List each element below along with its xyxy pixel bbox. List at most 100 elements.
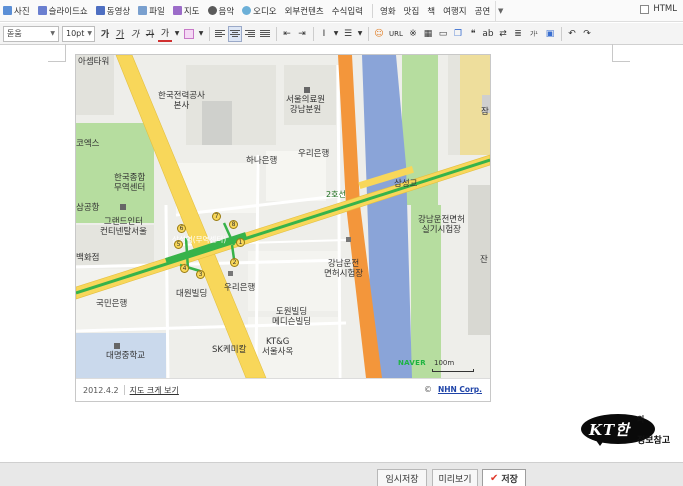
subway-exit-7: 7 — [212, 212, 221, 221]
category-performance-button[interactable]: 공연 — [472, 1, 494, 21]
insert-music-label: 음악 — [218, 6, 235, 17]
align-right-icon[interactable] — [243, 26, 257, 42]
toolbar-divider — [313, 26, 314, 41]
font-size-select[interactable]: 10pt ▼ — [62, 25, 95, 42]
subway-exit-1: 1 — [236, 238, 245, 247]
toolbar-divider — [372, 3, 373, 18]
map-embed[interactable]: 아셈타워 한국전력공사 본사 서울의료원 강남분원 하나은행 우리은행 코엑스 … — [75, 54, 491, 402]
quotation-icon[interactable]: ❝ — [466, 26, 480, 42]
subway-exit-8: 8 — [229, 220, 238, 229]
watermark-small-bottom: 정보참고 — [637, 436, 671, 446]
map-label-seoul-medical: 서울의료원 강남분원 — [286, 95, 326, 115]
insert-equation-button[interactable]: 수식입력 — [329, 1, 366, 21]
strikethrough-icon[interactable]: 가 — [143, 26, 157, 42]
margin-guide-right — [612, 44, 630, 62]
emoticon-icon[interactable]: ☺ — [372, 26, 386, 42]
subway-exit-3: 3 — [196, 270, 205, 279]
map-label-license-center: 강남운전 면허시험장 — [324, 259, 364, 279]
insert-external-content-button[interactable]: 외부컨텐츠 — [282, 1, 327, 21]
footer-divider — [123, 385, 125, 395]
font-size-value: 10pt — [66, 29, 85, 38]
temp-save-label: 임시저장 — [385, 475, 419, 485]
save-button[interactable]: ✔ 저장 — [482, 469, 526, 486]
table-icon[interactable]: ▦ — [421, 26, 435, 42]
insert-audio-label: 오디오 — [253, 6, 277, 17]
insert-audio-button[interactable]: 오디오 — [239, 1, 279, 21]
chevron-down-icon[interactable]: ▼ — [356, 26, 364, 42]
chevron-down-icon[interactable]: ▼ — [332, 26, 340, 42]
insert-external-content-label: 외부컨텐츠 — [284, 6, 324, 17]
blog-editor: 사진 슬라이드쇼 동영상 파일 지도 음악 오디오 외부컨텐츠 수식입력 영화 … — [0, 0, 683, 486]
naver-map-logo: NAVER — [398, 359, 426, 367]
insert-file-button[interactable]: 파일 — [135, 1, 168, 21]
category-performance-label: 공연 — [474, 6, 491, 17]
kt-watermark-logo: KT한 의 정보참고 — [581, 414, 671, 454]
slideshow-icon — [37, 6, 47, 15]
insert-music-button[interactable]: 음악 — [205, 1, 238, 21]
align-justify-icon[interactable] — [258, 26, 272, 42]
bottom-action-bar: 임시저장 미리보기 ✔ 저장 — [0, 462, 683, 486]
view-larger-map-link[interactable]: 지도 크게 보기 — [130, 385, 179, 396]
map-label-daewon-building: 대원빌딩 — [176, 289, 208, 299]
insert-equation-label: 수식입력 — [331, 6, 363, 17]
map-scale-bar — [432, 369, 474, 372]
divider-line-icon[interactable]: ▭ — [436, 26, 450, 42]
save-label: 저장 — [501, 475, 518, 485]
insert-photo-button[interactable]: 사진 — [0, 1, 33, 21]
chevron-down-icon[interactable]: ▼ — [173, 26, 181, 42]
toolbar-divider — [561, 26, 562, 41]
category-restaurant-button[interactable]: 맛집 — [401, 1, 423, 21]
underline-icon[interactable]: 가 — [113, 26, 127, 42]
category-movie-button[interactable]: 영화 — [377, 1, 399, 21]
indent-decrease-icon[interactable]: ⇤ — [280, 26, 294, 42]
quote-box-icon[interactable]: ❐ — [451, 26, 465, 42]
insert-slideshow-button[interactable]: 슬라이드쇼 — [35, 1, 91, 21]
map-label-sk-chemical: SK케미칼 — [212, 345, 247, 355]
background-color-icon[interactable] — [182, 26, 196, 42]
map-label-department-store: 백화점 — [76, 253, 100, 263]
translate-icon[interactable]: ⇄ — [496, 26, 510, 42]
spell-check-icon[interactable]: ab — [481, 26, 495, 42]
map-label-coex: 코엑스 — [76, 139, 100, 149]
map-label-daemyung-middle: 대명중학교 — [106, 351, 146, 361]
insert-slideshow-label: 슬라이드쇼 — [48, 6, 88, 17]
font-family-value: 돋움 — [7, 29, 22, 38]
category-book-button[interactable]: 책 — [424, 1, 438, 21]
copyright-company: NHN Corp. — [437, 385, 482, 394]
html-mode-toggle[interactable]: HTML — [640, 4, 677, 14]
chevron-down-icon[interactable]: ▼ — [197, 26, 205, 42]
font-family-select[interactable]: 돋움 ▼ — [3, 25, 59, 42]
font-color-icon[interactable]: 가 — [158, 26, 172, 42]
bold-icon[interactable]: 가 — [98, 26, 112, 42]
preview-button[interactable]: 미리보기 — [432, 469, 478, 486]
superscript-icon[interactable]: 가¹ — [526, 26, 542, 42]
save-doc-icon[interactable]: ▣ — [543, 26, 557, 42]
subway-exit-4: 4 — [180, 264, 189, 273]
undo-icon[interactable]: ↶ — [565, 26, 579, 42]
map-icon — [172, 6, 182, 15]
insert-map-button[interactable]: 지도 — [170, 1, 203, 21]
category-restaurant-label: 맛집 — [403, 6, 420, 17]
align-center-icon[interactable] — [228, 25, 242, 42]
map-label-woori-bank-1: 우리은행 — [298, 149, 330, 159]
list-icon[interactable]: ☰ — [341, 26, 355, 42]
link-url-icon[interactable]: URL — [387, 26, 405, 42]
special-char-icon[interactable]: ※ — [406, 26, 420, 42]
insert-video-button[interactable]: 동영상 — [93, 1, 133, 21]
temp-save-button[interactable]: 임시저장 — [377, 469, 427, 486]
watermark-main-text: KT한 — [589, 421, 630, 439]
italic-icon[interactable]: 가 — [128, 26, 142, 42]
category-travel-button[interactable]: 여행지 — [440, 1, 469, 21]
line-height-icon[interactable]: I — [317, 26, 331, 42]
map-label-intercontinental: 그랜드인터 컨티넨탈서울 — [100, 217, 147, 237]
html-checkbox[interactable] — [640, 4, 650, 14]
redo-icon[interactable]: ↷ — [580, 26, 594, 42]
more-menu-button[interactable]: ▼ — [495, 0, 505, 21]
align-left-icon[interactable] — [213, 26, 227, 42]
category-travel-label: 여행지 — [443, 6, 467, 17]
watermark-small-top: 의 — [637, 414, 645, 424]
indent-increase-icon[interactable]: ⇥ — [295, 26, 309, 42]
map-label-kookmin-bank: 국민은행 — [96, 299, 128, 309]
map-label-kepco: 한국전력공사 본사 — [158, 91, 205, 111]
paragraph-icon[interactable]: ≣ — [511, 26, 525, 42]
